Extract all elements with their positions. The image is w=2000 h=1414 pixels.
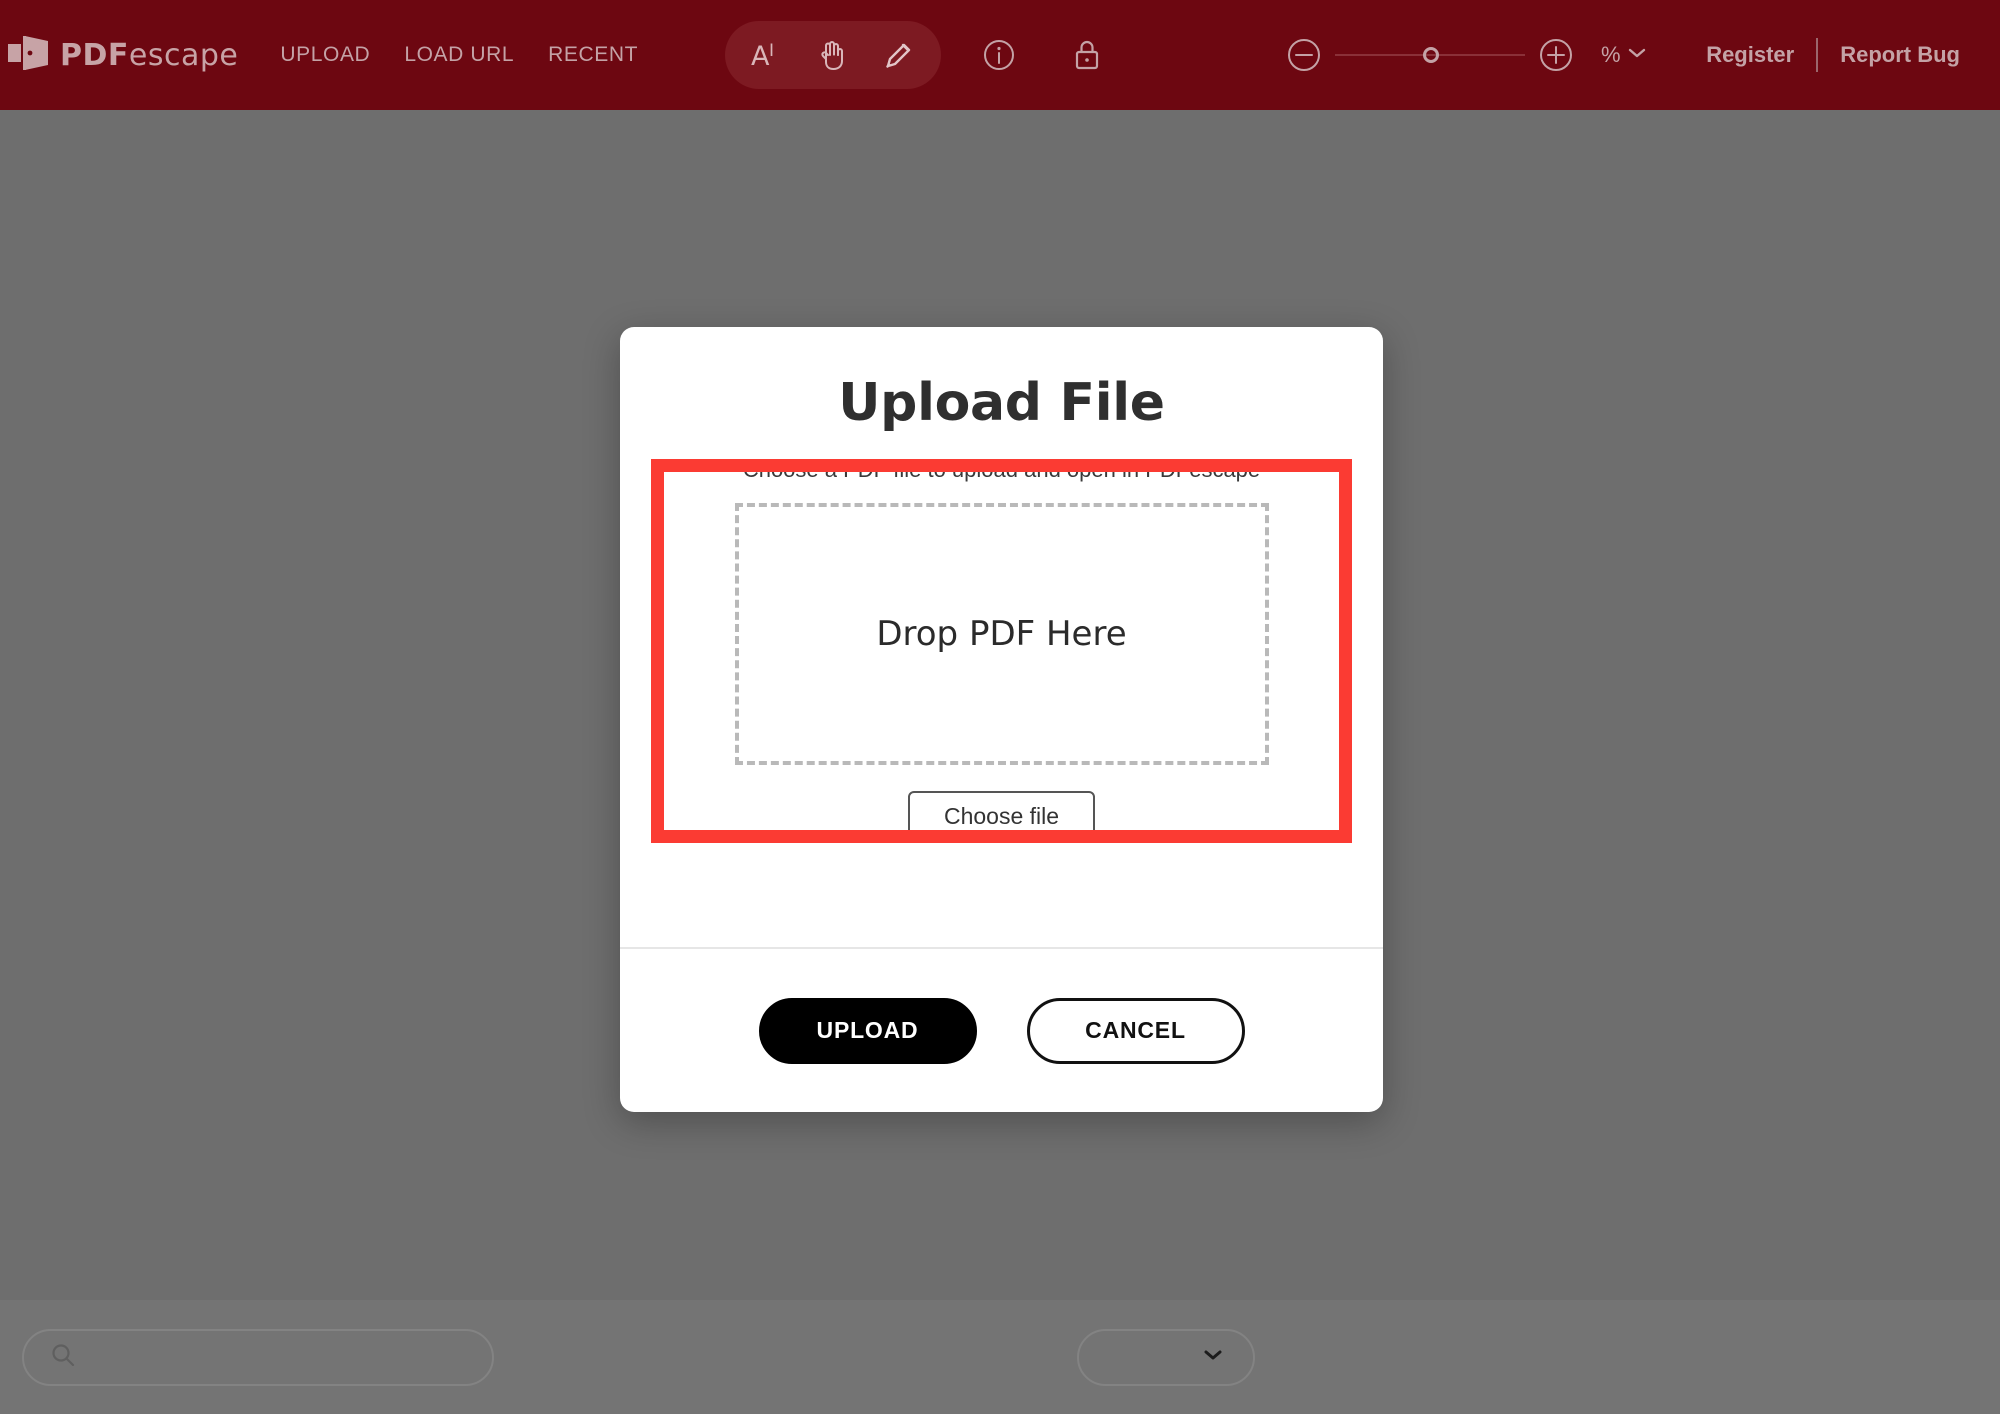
hand-pan-tool-icon[interactable]	[805, 29, 861, 81]
header-left-group: PDFescape UPLOAD LOAD URL RECENT	[0, 35, 638, 76]
cancel-button[interactable]: CANCEL	[1026, 997, 1245, 1064]
tool-group: A I	[725, 21, 1117, 89]
header-right-group: Register Report Bug	[1684, 38, 1982, 72]
report-bug-link[interactable]: Report Bug	[1818, 42, 1982, 68]
zoom-slider-handle[interactable]	[1423, 47, 1439, 63]
nav-recent[interactable]: RECENT	[548, 43, 638, 67]
pdfescape-logo[interactable]: PDFescape	[8, 35, 238, 76]
page-select-dropdown[interactable]	[1077, 1328, 1255, 1386]
tool-pill-container: A I	[725, 21, 941, 89]
dialog-title: Upload File	[838, 373, 1165, 433]
svg-text:A: A	[751, 41, 770, 71]
zoom-percent-dropdown[interactable]: %	[1601, 42, 1647, 68]
search-input[interactable]	[22, 1328, 494, 1386]
zoom-in-icon[interactable]	[1537, 36, 1575, 74]
pdfescape-door-icon	[8, 35, 50, 76]
nav-upload[interactable]: UPLOAD	[280, 43, 370, 67]
dropzone-label: Drop PDF Here	[876, 614, 1127, 654]
svg-text:I: I	[769, 41, 774, 61]
main-nav: UPLOAD LOAD URL RECENT	[280, 43, 638, 67]
upload-file-dialog: Upload File Choose a PDF file to upload …	[620, 327, 1383, 1112]
dialog-subtitle: Choose a PDF file to upload and open in …	[742, 457, 1261, 482]
info-icon[interactable]	[969, 27, 1029, 83]
choose-file-wrapper: Choose file	[620, 791, 1383, 842]
dropzone-wrapper: Drop PDF Here	[620, 503, 1383, 765]
logo-text-light: escape	[128, 37, 239, 73]
choose-file-button[interactable]: Choose file	[907, 791, 1096, 842]
pdf-dropzone[interactable]: Drop PDF Here	[734, 503, 1269, 765]
logo-wordmark: PDFescape	[60, 38, 238, 73]
dialog-body: Upload File Choose a PDF file to upload …	[620, 327, 1383, 947]
search-icon	[50, 1342, 76, 1373]
text-select-tool-icon[interactable]: A I	[739, 29, 795, 81]
upload-button[interactable]: UPLOAD	[758, 997, 977, 1064]
zoom-out-icon[interactable]	[1285, 36, 1323, 74]
bottom-toolbar	[0, 1300, 2000, 1414]
lock-icon[interactable]	[1057, 27, 1117, 83]
chevron-down-icon	[1627, 46, 1647, 65]
zoom-percent-label: %	[1601, 42, 1621, 67]
logo-text-bold: PDF	[60, 37, 129, 73]
pencil-edit-tool-icon[interactable]	[871, 29, 927, 81]
top-toolbar: PDFescape UPLOAD LOAD URL RECENT A I % R…	[0, 0, 2000, 110]
chevron-down-icon	[1201, 1347, 1225, 1368]
zoom-slider[interactable]	[1335, 40, 1525, 70]
dialog-footer: UPLOAD CANCEL	[620, 949, 1383, 1112]
register-link[interactable]: Register	[1684, 42, 1816, 68]
nav-load-url[interactable]: LOAD URL	[404, 43, 514, 67]
zoom-controls: %	[1285, 36, 1647, 74]
